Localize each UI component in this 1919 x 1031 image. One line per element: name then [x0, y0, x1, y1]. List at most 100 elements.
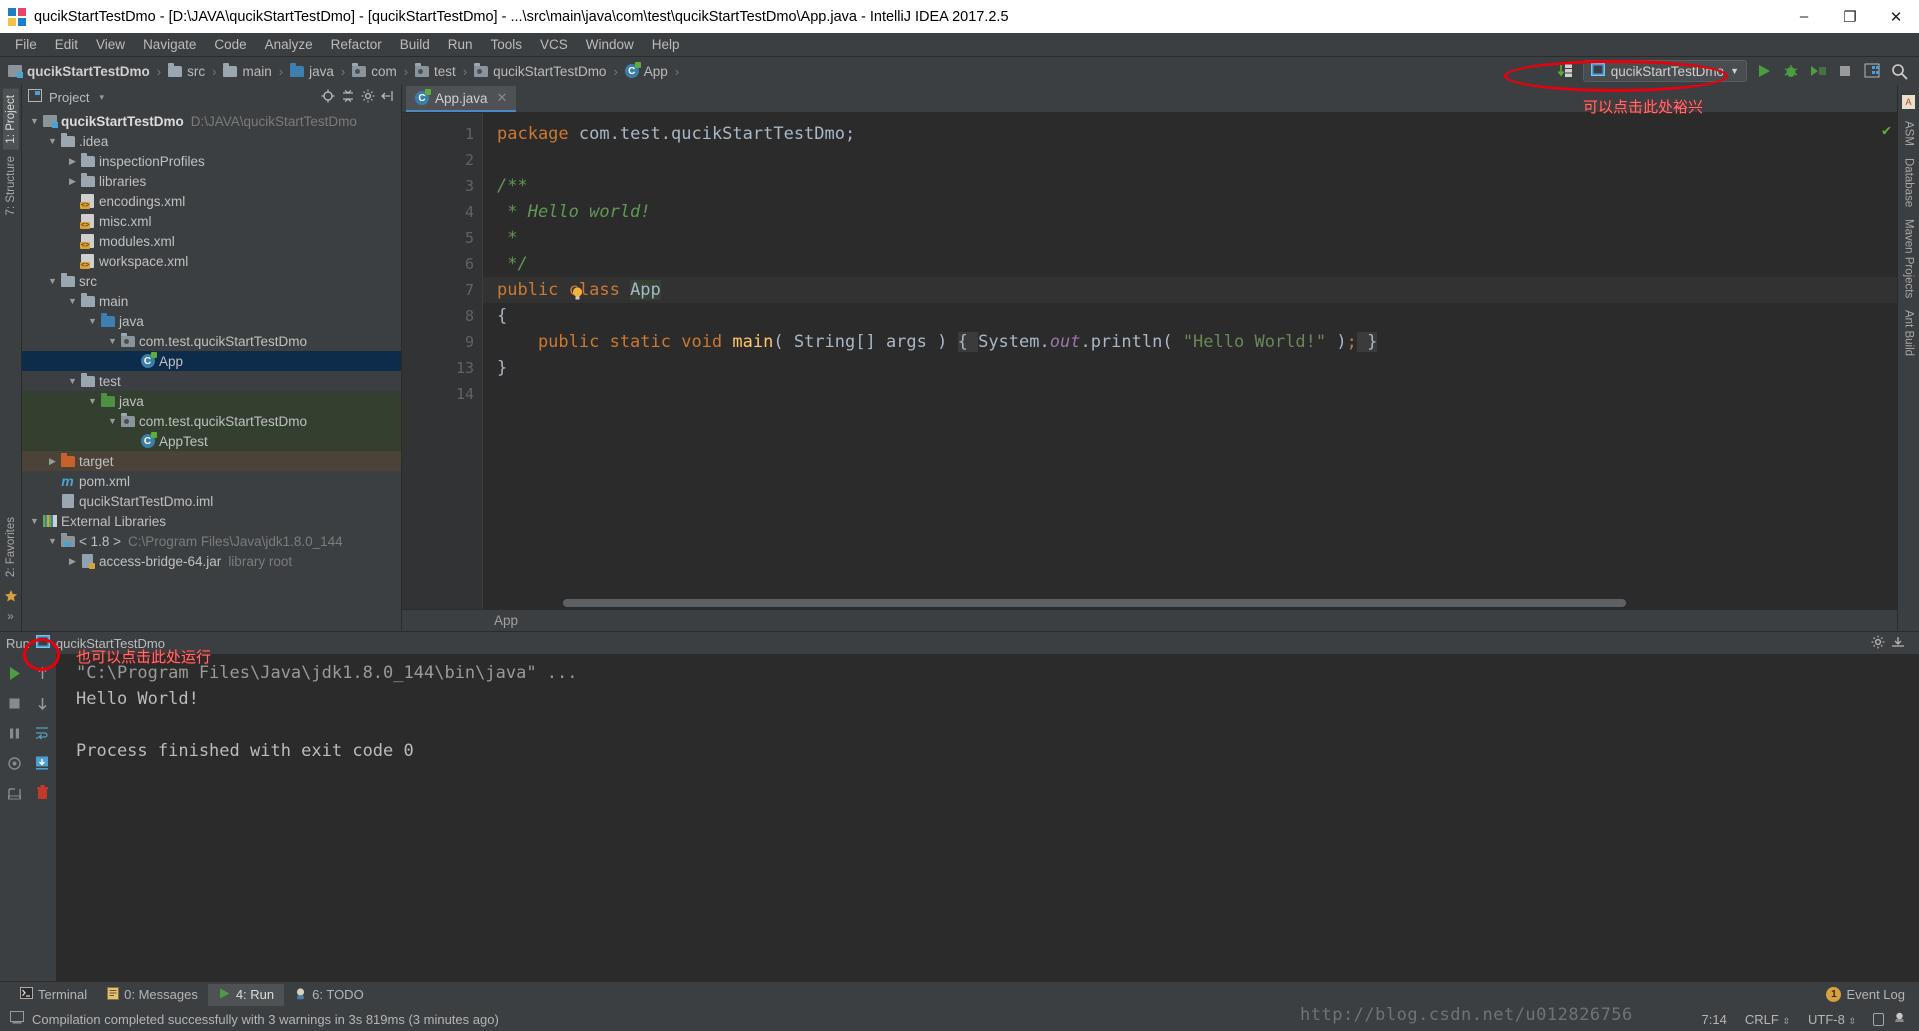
- expand-arrow-icon[interactable]: ▼: [66, 376, 79, 386]
- event-log-button[interactable]: 1 Event Log: [1826, 987, 1919, 1002]
- tree-row-apptest-class[interactable]: C AppTest: [22, 431, 401, 451]
- editor-tab-app-java[interactable]: C App.java ✕: [406, 86, 517, 112]
- toolwindow-todo-tab[interactable]: 6: TODO: [284, 984, 374, 1006]
- gear-icon[interactable]: [361, 89, 375, 106]
- expand-arrow-icon[interactable]: ▼: [86, 396, 99, 406]
- breadcrumb-class[interactable]: C App: [624, 62, 668, 79]
- tree-row-inspection-profiles[interactable]: ▶ inspectionProfiles: [22, 151, 401, 171]
- stop-button[interactable]: [1835, 61, 1855, 81]
- tree-row-modules-xml[interactable]: modules.xml: [22, 231, 401, 251]
- hector-icon[interactable]: [1892, 1010, 1919, 1028]
- tree-row-main-package[interactable]: ▼ com.test.qucikStartTestDmo: [22, 331, 401, 351]
- menu-window[interactable]: Window: [577, 35, 643, 54]
- hide-icon[interactable]: [1891, 635, 1905, 652]
- project-structure-button[interactable]: [1862, 61, 1882, 81]
- breadcrumb-java[interactable]: java: [290, 62, 334, 79]
- scroll-down-button[interactable]: [28, 688, 56, 718]
- asm-plugin-icon[interactable]: A: [1902, 89, 1915, 115]
- breadcrumb-com[interactable]: com: [352, 62, 397, 79]
- editor-footer-breadcrumb[interactable]: App: [494, 613, 518, 628]
- expand-arrow-icon[interactable]: ▼: [46, 276, 59, 286]
- menu-analyze[interactable]: Analyze: [256, 35, 322, 54]
- menu-build[interactable]: Build: [391, 35, 439, 54]
- breadcrumb-test[interactable]: test: [415, 62, 456, 79]
- toolwindow-favorites-tab[interactable]: 2: Favorites: [3, 511, 19, 583]
- close-button[interactable]: ✕: [1873, 0, 1919, 33]
- scroll-up-button[interactable]: [28, 658, 56, 688]
- toolwindow-ant-tab[interactable]: Ant Build: [1901, 304, 1917, 362]
- expand-arrow-icon[interactable]: ▼: [28, 516, 41, 526]
- toolwindow-asm-tab[interactable]: ASM: [1901, 115, 1917, 152]
- close-icon[interactable]: ✕: [497, 90, 508, 106]
- locate-icon[interactable]: [321, 89, 335, 106]
- tree-row-main-java[interactable]: ▼ java: [22, 311, 401, 331]
- editor-gutter[interactable]: 1 2 3− 4 5 6− 7 8 9+ 13 14: [402, 113, 512, 609]
- dump-threads-button[interactable]: [0, 748, 28, 778]
- hide-icon[interactable]: [381, 89, 395, 106]
- expand-arrow-icon[interactable]: ▼: [106, 336, 119, 346]
- menu-run[interactable]: Run: [439, 35, 482, 54]
- tree-row-src[interactable]: ▼ src: [22, 271, 401, 291]
- toolwindow-terminal-tab[interactable]: Terminal: [10, 984, 97, 1005]
- rerun-button[interactable]: [0, 658, 28, 688]
- tree-row-access-bridge-jar[interactable]: ▶ access-bridge-64.jar library root: [22, 551, 401, 571]
- lock-icon[interactable]: [1873, 1012, 1884, 1026]
- collapse-all-icon[interactable]: [341, 89, 355, 106]
- gear-icon[interactable]: [1871, 635, 1885, 652]
- tree-row-pom-xml[interactable]: m pom.xml: [22, 471, 401, 491]
- tree-row-external-libraries[interactable]: ▼ External Libraries: [22, 511, 401, 531]
- tree-row-workspace-xml[interactable]: workspace.xml: [22, 251, 401, 271]
- toolwindow-run-tab[interactable]: 4: Run: [207, 983, 285, 1006]
- tree-row-main[interactable]: ▼ main: [22, 291, 401, 311]
- breadcrumb-module[interactable]: qucikStartTestDmo: [8, 64, 150, 79]
- run-configuration-selector[interactable]: qucikStartTestDmo ▼: [1582, 60, 1747, 82]
- menu-view[interactable]: View: [87, 35, 134, 54]
- run-console-output[interactable]: "C:\Program Files\Java\jdk1.8.0_144\bin\…: [56, 654, 1919, 981]
- scroll-to-end-button[interactable]: [28, 748, 56, 778]
- toolwindow-messages-tab[interactable]: 0: Messages: [97, 984, 208, 1006]
- inspection-status-icon[interactable]: ✔: [1882, 121, 1891, 139]
- menu-edit[interactable]: Edit: [46, 35, 87, 54]
- tree-row-target[interactable]: ▶ target: [22, 451, 401, 471]
- expand-arrow-icon[interactable]: ▶: [66, 556, 79, 567]
- menu-file[interactable]: File: [6, 35, 46, 54]
- clear-all-button[interactable]: [28, 778, 56, 808]
- expand-arrow-icon[interactable]: ▶: [66, 176, 79, 187]
- expand-arrow-icon[interactable]: ▶: [46, 456, 59, 467]
- soft-wrap-button[interactable]: [28, 718, 56, 748]
- breadcrumb-src[interactable]: src: [168, 62, 205, 79]
- run-with-coverage-button[interactable]: [1808, 61, 1828, 81]
- stop-button[interactable]: [0, 688, 28, 718]
- tree-row-encodings-xml[interactable]: encodings.xml: [22, 191, 401, 211]
- tree-row-iml[interactable]: qucikStartTestDmo.iml: [22, 491, 401, 511]
- expand-arrow-icon[interactable]: ▼: [28, 116, 41, 126]
- editor-horizontal-scrollbar[interactable]: [563, 599, 1875, 607]
- toolwindow-project-tab[interactable]: 1: Project: [2, 89, 19, 150]
- tree-row-test-java[interactable]: ▼ java: [22, 391, 401, 411]
- intention-bulb-icon[interactable]: [571, 286, 584, 300]
- toolwindow-structure-tab[interactable]: 7: Structure: [3, 150, 19, 221]
- menu-help[interactable]: Help: [643, 35, 689, 54]
- tree-row-jdk[interactable]: ▼ < 1.8 > C:\Program Files\Java\jdk1.8.0…: [22, 531, 401, 551]
- search-everywhere-icon[interactable]: [1889, 61, 1909, 81]
- caret-position[interactable]: 7:14: [1693, 1012, 1736, 1027]
- toolwindow-maven-tab[interactable]: Maven Projects: [1901, 213, 1917, 304]
- update-project-icon[interactable]: [1556, 61, 1576, 81]
- tree-row-project-root[interactable]: ▼ qucikStartTestDmo D:\JAVA\qucikStartTe…: [22, 111, 401, 131]
- tree-row-misc-xml[interactable]: misc.xml: [22, 211, 401, 231]
- chevron-down-icon[interactable]: ▾: [99, 92, 104, 103]
- debug-button[interactable]: [1781, 61, 1801, 81]
- pause-button[interactable]: [0, 718, 28, 748]
- run-button[interactable]: [1754, 61, 1774, 81]
- toolwindow-database-tab[interactable]: Database: [1901, 152, 1917, 213]
- expand-arrow-icon[interactable]: ▶: [66, 156, 79, 167]
- file-encoding[interactable]: UTF-8 ⇳: [1799, 1012, 1865, 1027]
- maximize-button[interactable]: ❐: [1827, 0, 1873, 33]
- tree-row-test-package[interactable]: ▼ com.test.qucikStartTestDmo: [22, 411, 401, 431]
- minimize-button[interactable]: –: [1781, 0, 1827, 33]
- expand-arrow-icon[interactable]: ▼: [46, 536, 59, 546]
- menu-refactor[interactable]: Refactor: [322, 35, 391, 54]
- menu-tools[interactable]: Tools: [482, 35, 532, 54]
- tree-row-test[interactable]: ▼ test: [22, 371, 401, 391]
- breadcrumb-main[interactable]: main: [223, 62, 272, 79]
